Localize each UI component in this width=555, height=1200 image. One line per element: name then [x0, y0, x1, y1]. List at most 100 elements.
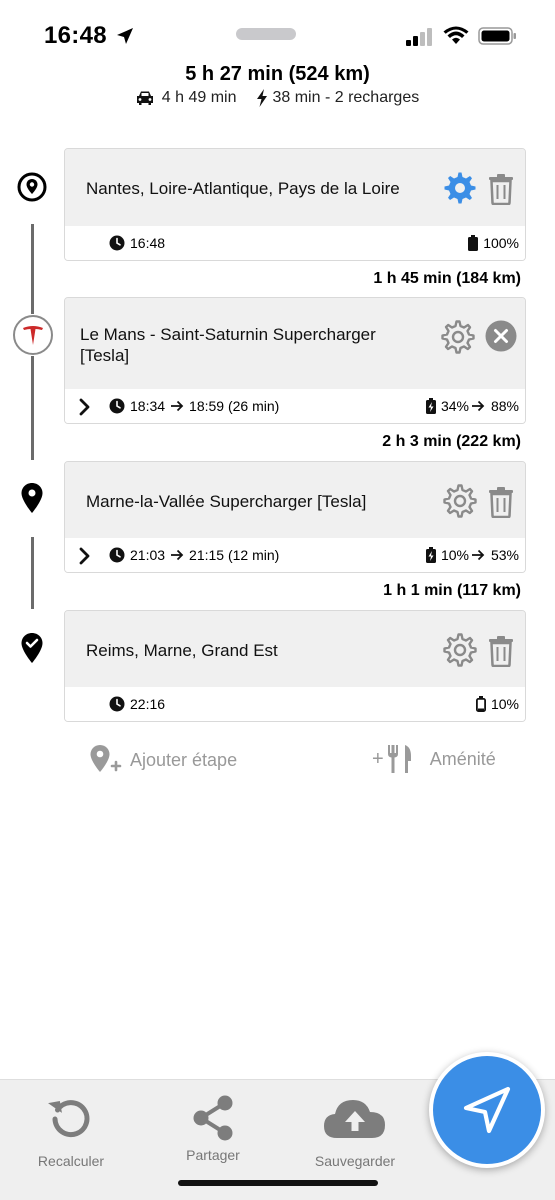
clock-icon	[109, 235, 125, 251]
stop-card-destination[interactable]: Reims, Marne, Grand Est 22:16 10%	[64, 610, 526, 722]
arrival-time: 22:16	[130, 696, 166, 712]
stop-header: Nantes, Loire-Atlantique, Pays de la Loi…	[65, 149, 525, 227]
battery-departure: 53%	[490, 547, 519, 563]
add-stop-button[interactable]: Ajouter étape	[88, 744, 237, 776]
chevron-right-icon[interactable]	[79, 547, 91, 565]
navigation-arrow-icon	[463, 1086, 511, 1134]
share-button[interactable]: Partager	[176, 1092, 250, 1163]
battery-level: 100%	[483, 235, 519, 251]
origin-pin-icon	[17, 172, 47, 202]
stop-footer: 21:03 21:15 (12 min) 10% 53%	[65, 538, 525, 572]
timeline-connector	[31, 224, 34, 314]
fork-knife-icon	[387, 745, 411, 773]
stop-battery-info: 10%	[475, 687, 519, 721]
refresh-icon	[48, 1100, 90, 1138]
start-navigation-button[interactable]	[429, 1052, 545, 1168]
battery-charging-icon	[425, 547, 436, 563]
arrival-time: 18:34	[130, 398, 166, 414]
recalculate-label: Recalculer	[37, 1153, 105, 1169]
battery-arrival: 10%	[440, 547, 469, 563]
settings-gear-icon[interactable]	[443, 484, 477, 518]
stop-name: Reims, Marne, Grand Est	[86, 641, 278, 660]
battery-status-icon	[478, 27, 516, 45]
status-bar: 16:48	[0, 0, 555, 70]
stop-footer: 22:16 10%	[65, 687, 525, 721]
stop-card-charger[interactable]: Le Mans - Saint-Saturnin Supercharger [T…	[64, 297, 526, 424]
recalculate-button[interactable]: Recalculer	[30, 1092, 112, 1169]
stop-footer: 16:48 100%	[65, 226, 525, 260]
car-icon	[136, 91, 153, 105]
stop-footer: 18:34 18:59 (26 min) 34% 88%	[65, 389, 525, 423]
plus-sign: +	[372, 747, 384, 770]
arrival-time: 21:03	[130, 547, 166, 563]
stop-time-info: 21:03 21:15 (12 min)	[109, 538, 279, 572]
timeline-connector	[31, 356, 34, 460]
add-amenity-button[interactable]: + Aménité	[372, 744, 496, 774]
stop-header: Le Mans - Saint-Saturnin Supercharger [T…	[65, 298, 525, 391]
add-location-icon	[90, 745, 122, 772]
home-indicator	[178, 1180, 378, 1186]
stop-time-info: 18:34 18:59 (26 min)	[109, 389, 279, 423]
amenity-label: Aménité	[429, 748, 496, 769]
departure-time: 21:15 (12 min)	[189, 547, 280, 563]
route-breakdown: 4 h 49 min 38 min - 2 recharges	[0, 89, 555, 107]
battery-departure: 88%	[490, 398, 519, 414]
trash-icon[interactable]	[487, 173, 515, 205]
segment-duration: 2 h 3 min (222 km)	[382, 433, 521, 450]
map-pin-icon	[21, 483, 43, 513]
trash-icon[interactable]	[487, 486, 515, 518]
stop-name: Le Mans - Saint-Saturnin Supercharger [T…	[80, 325, 376, 365]
add-actions-row: Ajouter étape + Aménité	[0, 740, 555, 776]
trash-icon[interactable]	[487, 635, 515, 667]
stop-battery-info: 34% 88%	[425, 389, 519, 423]
stop-time-info: 22:16	[109, 687, 165, 721]
status-time: 16:48	[44, 22, 107, 49]
battery-level: 10%	[490, 696, 519, 712]
cellular-signal-icon	[406, 28, 432, 46]
timeline-connector	[31, 537, 34, 609]
battery-charging-icon	[425, 398, 436, 414]
battery-low-icon	[475, 696, 486, 712]
wifi-icon	[443, 26, 469, 44]
stop-header: Marne-la-Vallée Supercharger [Tesla]	[65, 462, 525, 540]
save-label: Sauvegarder	[314, 1153, 396, 1169]
clock-icon	[109, 547, 125, 563]
battery-arrival: 34%	[440, 398, 469, 414]
stop-card-charger[interactable]: Marne-la-Vallée Supercharger [Tesla] 21:…	[64, 461, 526, 573]
chevron-right-icon[interactable]	[79, 398, 91, 416]
share-icon	[193, 1095, 233, 1141]
departure-time: 16:48	[130, 235, 166, 251]
arrow-right-icon	[171, 549, 184, 561]
segment-duration: 1 h 45 min (184 km)	[373, 270, 521, 287]
arrow-right-icon	[471, 549, 485, 561]
stop-card-origin[interactable]: Nantes, Loire-Atlantique, Pays de la Loi…	[64, 148, 526, 261]
route-total: 5 h 27 min (524 km)	[185, 63, 370, 85]
stop-battery-info: 10% 53%	[425, 538, 519, 572]
departure-time: 18:59 (26 min)	[189, 398, 280, 414]
stop-name: Nantes, Loire-Atlantique, Pays de la Loi…	[86, 179, 400, 198]
battery-full-icon	[468, 235, 479, 251]
remove-circle-icon[interactable]	[485, 320, 517, 352]
clock-icon	[109, 398, 125, 414]
segment-duration: 1 h 1 min (117 km)	[383, 582, 521, 599]
save-button[interactable]: Sauvegarder	[310, 1092, 400, 1169]
cloud-upload-icon	[324, 1100, 385, 1138]
share-label: Partager	[186, 1147, 240, 1163]
charge-summary: 38 min - 2 recharges	[272, 89, 420, 106]
drive-time: 4 h 49 min	[161, 89, 237, 106]
lightning-icon	[257, 89, 268, 107]
stop-name: Marne-la-Vallée Supercharger [Tesla]	[86, 492, 367, 511]
clock-icon	[109, 696, 125, 712]
arrow-right-icon	[171, 400, 184, 412]
location-arrow-icon	[117, 28, 133, 44]
settings-gear-icon[interactable]	[443, 633, 477, 667]
settings-gear-icon[interactable]	[443, 171, 477, 205]
tesla-logo-icon	[13, 315, 53, 355]
settings-gear-icon[interactable]	[441, 320, 475, 354]
add-stop-label: Ajouter étape	[130, 749, 238, 770]
dynamic-island-pill	[236, 28, 296, 40]
stop-header: Reims, Marne, Grand Est	[65, 611, 525, 689]
stop-time-info: 16:48	[109, 226, 165, 260]
destination-check-pin-icon	[21, 633, 43, 663]
arrow-right-icon	[471, 400, 485, 412]
